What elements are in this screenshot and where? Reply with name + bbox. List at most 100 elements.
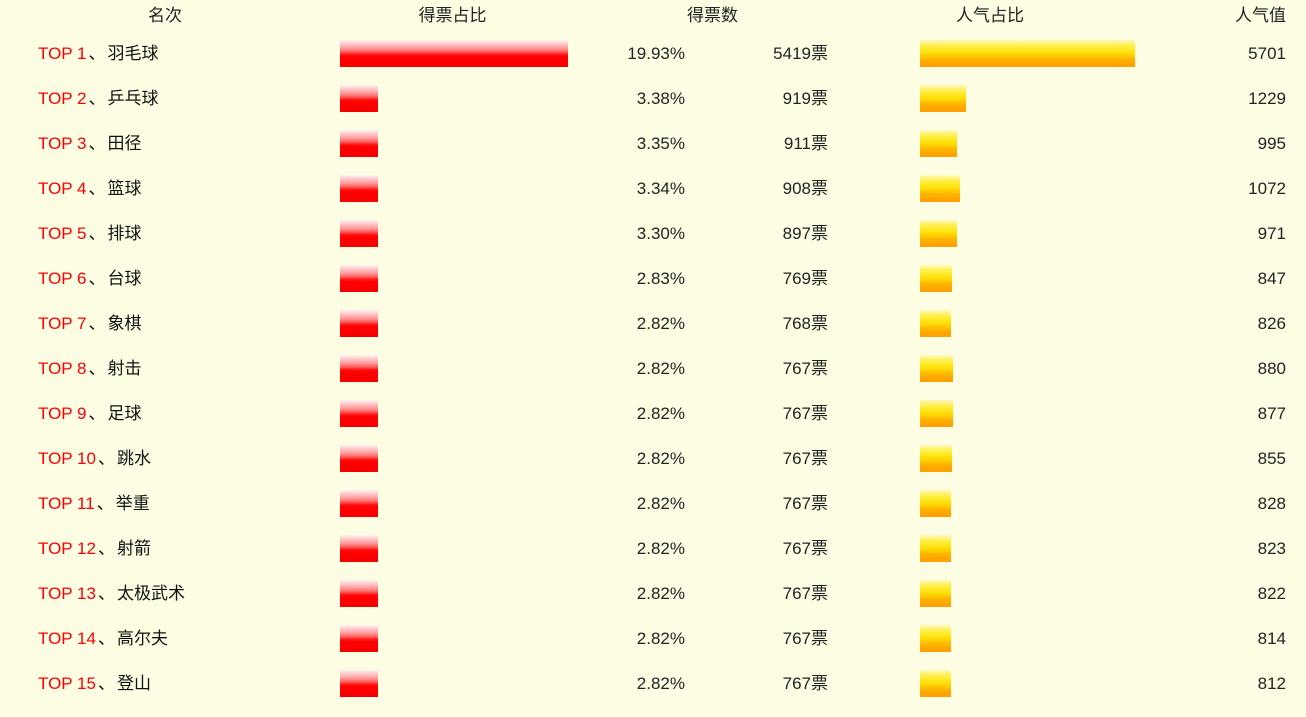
item-name: 象棋 <box>107 314 142 333</box>
column-header-rank: 名次 <box>148 6 182 25</box>
votes-value: 767票 <box>782 674 828 693</box>
popularity-percent-bar <box>920 85 966 112</box>
popularity-value: 880 <box>1257 359 1286 378</box>
rank-separator: 、 <box>97 674 115 693</box>
popularity-percent-bar-track <box>920 580 951 607</box>
vote-percent-bar-track <box>340 310 378 337</box>
vote-percent-value: 3.30% <box>636 224 685 243</box>
ranking-table: 名次 得票占比 得票数 人气占比 人气值 TOP 1、羽毛球 19.93% 5419… <box>0 0 1306 717</box>
rank-label: TOP 12 <box>38 539 96 558</box>
rank-name-cell[interactable]: TOP 4、篮球 <box>38 166 142 211</box>
rank-separator: 、 <box>88 269 106 288</box>
column-header-votes: 得票数 <box>687 6 738 25</box>
item-name: 乒乓球 <box>107 89 159 108</box>
rank-name-cell[interactable]: TOP 7、象棋 <box>38 301 142 346</box>
popularity-value: 877 <box>1257 404 1286 423</box>
table-row: TOP 1、羽毛球 19.93% 5419票 5701 <box>0 31 1306 76</box>
popularity-percent-bar-track <box>920 625 951 652</box>
vote-percent-value: 2.82% <box>636 314 685 333</box>
rank-name-cell[interactable]: TOP 13、太极武术 <box>38 571 185 616</box>
popularity-value: 855 <box>1257 449 1286 468</box>
table-row: TOP 6、台球 2.83% 769票 847 <box>0 256 1306 301</box>
item-name: 太极武术 <box>116 584 185 603</box>
popularity-value: 1229 <box>1248 89 1286 108</box>
vote-percent-value: 2.82% <box>636 494 685 513</box>
vote-percent-value: 2.82% <box>636 359 685 378</box>
table-row: TOP 11、举重 2.82% 767票 828 <box>0 481 1306 526</box>
column-header-popularity-percent: 人气占比 <box>956 6 1024 25</box>
popularity-percent-bar-track <box>920 220 957 247</box>
votes-value: 897票 <box>782 224 828 243</box>
popularity-percent-bar <box>920 670 951 697</box>
vote-percent-bar <box>340 310 378 337</box>
rank-label: TOP 3 <box>38 134 87 153</box>
rank-name-cell[interactable]: TOP 11、举重 <box>38 481 150 526</box>
item-name: 羽毛球 <box>107 44 159 63</box>
vote-percent-bar <box>340 445 378 472</box>
popularity-percent-bar-track <box>920 400 953 427</box>
vote-percent-value: 19.93% <box>627 44 685 63</box>
rank-name-cell[interactable]: TOP 2、乒乓球 <box>38 76 159 121</box>
item-name: 篮球 <box>107 179 142 198</box>
votes-value: 767票 <box>782 359 828 378</box>
popularity-percent-bar-track <box>920 310 951 337</box>
vote-percent-bar <box>340 85 378 112</box>
rank-separator: 、 <box>97 449 115 468</box>
popularity-percent-bar <box>920 220 957 247</box>
column-header-vote-percent: 得票占比 <box>418 6 487 25</box>
rank-separator: 、 <box>88 404 106 423</box>
popularity-value: 847 <box>1257 269 1286 288</box>
rank-name-cell[interactable]: TOP 6、台球 <box>38 256 142 301</box>
popularity-value: 823 <box>1257 539 1286 558</box>
rank-label: TOP 10 <box>38 449 96 468</box>
vote-percent-bar <box>340 490 378 517</box>
vote-percent-bar-track <box>340 265 378 292</box>
votes-value: 767票 <box>782 629 828 648</box>
vote-percent-bar-track <box>340 625 378 652</box>
votes-value: 769票 <box>782 269 828 288</box>
rank-name-cell[interactable]: TOP 10、跳水 <box>38 436 151 481</box>
rank-name-cell[interactable]: TOP 1、羽毛球 <box>38 31 159 76</box>
rank-name-cell[interactable]: TOP 5、排球 <box>38 211 142 256</box>
rank-label: TOP 2 <box>38 89 87 108</box>
rank-separator: 、 <box>88 359 106 378</box>
table-body: TOP 1、羽毛球 19.93% 5419票 5701 TOP 2、乒乓球 3.38% 91… <box>0 31 1306 706</box>
rank-name-cell[interactable]: TOP 9、足球 <box>38 391 142 436</box>
vote-percent-value: 2.82% <box>636 674 685 693</box>
table-row: TOP 15、登山 2.82% 767票 812 <box>0 661 1306 706</box>
vote-percent-bar <box>340 400 378 427</box>
vote-percent-value: 2.83% <box>636 269 685 288</box>
popularity-percent-bar-track <box>920 85 966 112</box>
popularity-percent-bar <box>920 40 1135 67</box>
table-row: TOP 8、射击 2.82% 767票 880 <box>0 346 1306 391</box>
rank-name-cell[interactable]: TOP 3、田径 <box>38 121 142 166</box>
rank-name-cell[interactable]: TOP 15、登山 <box>38 661 151 706</box>
rank-separator: 、 <box>88 44 106 63</box>
vote-percent-bar-track <box>340 355 378 382</box>
votes-value: 919票 <box>782 89 828 108</box>
rank-name-cell[interactable]: TOP 14、高尔夫 <box>38 616 168 661</box>
vote-percent-value: 2.82% <box>636 539 685 558</box>
vote-percent-bar <box>340 580 378 607</box>
popularity-percent-bar-track <box>920 445 952 472</box>
vote-percent-bar <box>340 535 378 562</box>
rank-label: TOP 8 <box>38 359 87 378</box>
table-row: TOP 7、象棋 2.82% 768票 826 <box>0 301 1306 346</box>
rank-label: TOP 11 <box>38 494 95 513</box>
popularity-percent-bar <box>920 580 951 607</box>
popularity-value: 995 <box>1257 134 1286 153</box>
rank-separator: 、 <box>88 134 106 153</box>
item-name: 高尔夫 <box>116 629 168 648</box>
table-row: TOP 3、田径 3.35% 911票 995 <box>0 121 1306 166</box>
vote-percent-bar <box>340 220 378 247</box>
table-row: TOP 12、射箭 2.82% 767票 823 <box>0 526 1306 571</box>
rank-separator: 、 <box>97 539 115 558</box>
votes-value: 911票 <box>783 134 828 153</box>
rank-name-cell[interactable]: TOP 8、射击 <box>38 346 142 391</box>
item-name: 田径 <box>107 134 142 153</box>
item-name: 台球 <box>107 269 142 288</box>
vote-percent-bar <box>340 670 378 697</box>
item-name: 排球 <box>107 224 142 243</box>
rank-name-cell[interactable]: TOP 12、射箭 <box>38 526 151 571</box>
popularity-value: 812 <box>1257 674 1286 693</box>
